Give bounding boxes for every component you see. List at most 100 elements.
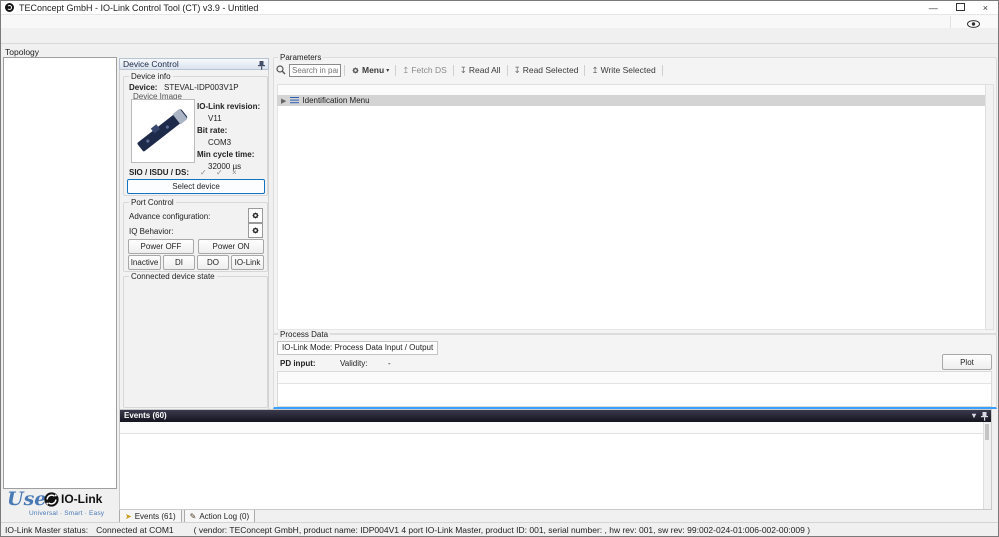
device-control-panel: Device info Device: STEVAL-IDP003V1P Dev… xyxy=(119,70,269,409)
gear-icon xyxy=(251,211,260,220)
power-on-button[interactable]: Power ON xyxy=(198,239,264,254)
device-control-title: Device Control xyxy=(123,59,179,69)
connected-device-state-group: Connected device state xyxy=(123,276,268,408)
mode-inactive-button[interactable]: Inactive xyxy=(128,255,161,270)
download-icon: ↧ xyxy=(514,65,521,76)
events-header-title: Events (60) xyxy=(124,411,167,420)
status-label: IO-Link Master status: xyxy=(5,525,88,535)
download-icon: ↧ xyxy=(460,65,467,76)
parameters-scrollbar[interactable] xyxy=(985,84,994,330)
parameter-name: Identification Menu xyxy=(302,96,369,105)
pencil-icon: ✎ xyxy=(190,512,197,521)
process-data-mode-tab[interactable]: IO-Link Mode: Process Data Input / Outpu… xyxy=(277,341,438,355)
select-device-button[interactable]: Select device xyxy=(127,179,265,194)
fetch-ds-label: Fetch DS xyxy=(411,65,446,75)
iq-behavior-label: IQ Behavior: xyxy=(129,227,173,236)
read-all-label: Read All xyxy=(469,65,501,75)
write-selected-label: Write Selected xyxy=(601,65,656,75)
scrollbar-thumb[interactable] xyxy=(985,424,989,440)
iq-behavior-button[interactable] xyxy=(248,223,263,238)
mode-do-button[interactable]: DO xyxy=(197,255,229,270)
io-link-tagline: Universal · Smart · Easy xyxy=(29,510,104,517)
validity-label: Validity: xyxy=(340,359,367,368)
sio-check-icon: ✓ xyxy=(200,168,207,177)
device-value: STEVAL-IDP003V1P xyxy=(164,83,239,92)
maximize-button[interactable] xyxy=(956,3,965,13)
pcb-board-image xyxy=(132,100,192,160)
isdu-check-icon: ✓ xyxy=(216,168,223,177)
upload-icon: ↥ xyxy=(591,65,598,76)
mode-di-button[interactable]: DI xyxy=(163,255,195,270)
bitrate-value: COM3 xyxy=(208,138,231,147)
sio-isdu-ds-label: SIO / ISDU / DS: xyxy=(129,168,189,177)
process-data-label: Process Data xyxy=(278,330,330,339)
close-button[interactable]: × xyxy=(983,3,988,13)
mode-iolink-button[interactable]: IO-Link xyxy=(231,255,264,270)
plot-button[interactable]: Plot xyxy=(942,354,992,370)
expand-arrow-icon[interactable]: ▶ xyxy=(281,97,286,105)
status-bar: IO-Link Master status: Connected at COM1… xyxy=(1,522,998,536)
toolbar xyxy=(1,28,998,44)
app-logo-icon xyxy=(5,3,14,12)
eye-icon xyxy=(967,20,980,28)
connected-state-label: Connected device state xyxy=(129,272,217,281)
search-input[interactable] xyxy=(289,64,341,77)
pin-icon[interactable] xyxy=(258,61,265,70)
io-link-logo: Use IO-Link Universal · Smart · Easy xyxy=(3,488,117,522)
arrow-right-icon: ➤ xyxy=(125,512,132,521)
device-info-group: Device info Device: STEVAL-IDP003V1P Dev… xyxy=(123,76,268,196)
parameters-table-body xyxy=(277,106,986,330)
bitrate-label: Bit rate: xyxy=(197,126,227,135)
ds-cross-icon: × xyxy=(232,168,237,177)
topology-tree xyxy=(3,57,117,489)
parameters-toolbar: Menu ▾ ↥ Fetch DS ↧ Read All ↧ Read Sele… xyxy=(276,62,986,78)
upload-icon: ↥ xyxy=(402,65,409,76)
menu-list-icon xyxy=(290,97,299,104)
iolink-revision-label: IO-Link revision: xyxy=(197,102,260,111)
gear-icon xyxy=(251,226,260,235)
pin-icon[interactable] xyxy=(981,412,988,421)
chevron-down-icon[interactable]: ▾ xyxy=(972,410,976,422)
parameters-label: Parameters xyxy=(278,53,323,62)
events-table-body xyxy=(120,433,984,509)
process-data-panel: Process Data IO-Link Mode: Process Data … xyxy=(273,334,997,409)
action-log-tab-label: Action Log (0) xyxy=(199,512,249,521)
port-control-group: Port Control Advance configuration: IQ B… xyxy=(123,202,268,272)
fetch-ds-button[interactable]: ↥ Fetch DS xyxy=(399,65,450,76)
menu-button-label: Menu xyxy=(362,65,384,75)
advance-configuration-button[interactable] xyxy=(248,208,263,223)
window-title: TEConcept GmbH - IO-Link Control Tool (C… xyxy=(19,3,258,13)
device-label: Device: xyxy=(129,83,157,92)
app-window: TEConcept GmbH - IO-Link Control Tool (C… xyxy=(0,0,999,537)
read-all-button[interactable]: ↧ Read All xyxy=(457,65,504,76)
write-selected-button[interactable]: ↥ Write Selected xyxy=(588,65,658,76)
power-off-button[interactable]: Power OFF xyxy=(128,239,194,254)
pd-input-label: PD input: xyxy=(280,359,316,368)
status-connection: Connected at COM1 xyxy=(96,525,173,535)
read-selected-button[interactable]: ↧ Read Selected xyxy=(511,65,582,76)
use-script-text: Use xyxy=(7,488,46,510)
parameters-panel: Parameters Menu ▾ ↥ Fetch DS ↧ Read All xyxy=(273,57,997,334)
process-data-table-header xyxy=(278,372,991,384)
minimize-button[interactable]: — xyxy=(929,3,938,13)
title-bar: TEConcept GmbH - IO-Link Control Tool (C… xyxy=(1,1,998,15)
menu-button[interactable]: Menu ▾ xyxy=(348,65,392,75)
events-panel-header: Events (60) ▾ xyxy=(120,410,991,422)
gear-icon xyxy=(351,66,360,75)
chevron-down-icon: ▾ xyxy=(386,67,389,74)
topology-title: Topology xyxy=(5,47,39,57)
parameter-row-identification-menu[interactable]: ▶ Identification Menu xyxy=(277,95,986,106)
io-link-brand-text: IO-Link xyxy=(61,492,102,506)
events-scrollbar[interactable] xyxy=(983,422,991,509)
iolink-revision-value: V11 xyxy=(208,114,222,123)
port-control-label: Port Control xyxy=(129,198,176,207)
menu-bar xyxy=(1,15,998,28)
device-info-label: Device info xyxy=(129,72,173,81)
events-panel: Events (60) ▾ xyxy=(119,409,992,510)
process-data-table xyxy=(277,371,992,407)
search-icon xyxy=(276,65,286,75)
device-image xyxy=(131,99,195,163)
events-tab-label: Events (61) xyxy=(135,512,176,521)
advance-configuration-label: Advance configuration: xyxy=(129,212,210,221)
status-details: ( vendor: TEConcept GmbH, product name: … xyxy=(194,525,810,535)
